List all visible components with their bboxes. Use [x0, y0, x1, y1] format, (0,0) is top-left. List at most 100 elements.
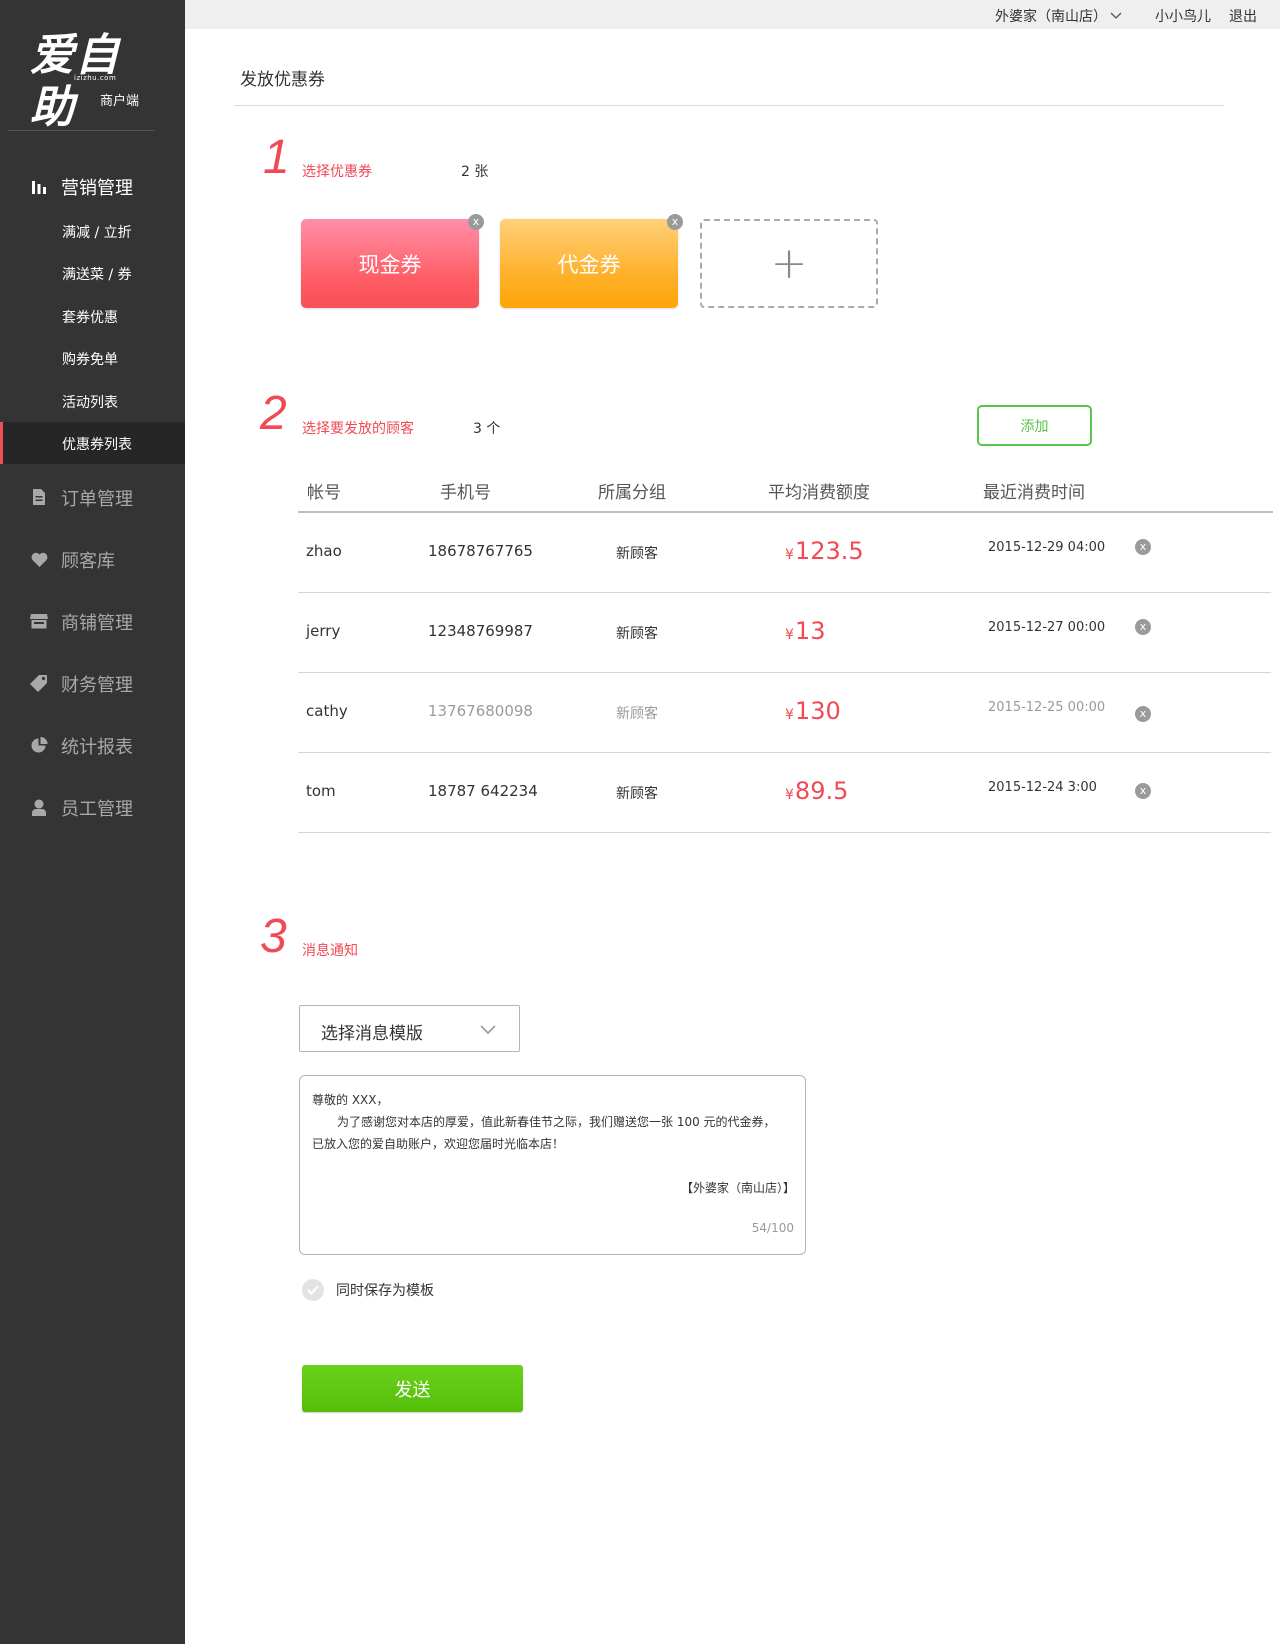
tag-icon: [30, 674, 48, 692]
nav-label: 统计报表: [61, 737, 133, 758]
table-row[interactable]: zhao 18678767765 新顾客 ¥123.5 2015-12-29 0…: [298, 513, 1271, 593]
character-counter: 54/100: [751, 1221, 794, 1235]
user-icon: [30, 798, 48, 816]
cell-avg-spend: ¥123.5: [785, 537, 864, 565]
cell-account: zhao: [306, 542, 342, 560]
save-template-checkbox[interactable]: 同时保存为模板: [302, 1279, 434, 1301]
coupon-label: 代金券: [557, 252, 621, 277]
sidebar-item-label: 优惠券列表: [62, 437, 132, 453]
remove-row-icon[interactable]: x: [1135, 706, 1151, 722]
cell-group: 新顾客: [616, 626, 658, 642]
remove-row-icon[interactable]: x: [1135, 783, 1151, 799]
store-icon: [30, 612, 48, 630]
column-header-last-visit: 最近消费时间: [983, 483, 1085, 503]
cell-last-visit: 2015-12-24 3:00: [988, 780, 1097, 795]
page-title: 发放优惠券: [240, 70, 325, 90]
store-switcher[interactable]: 外婆家（南山店）: [995, 6, 1122, 26]
logo-url: izizhu.com: [74, 74, 117, 82]
cell-group: 新顾客: [616, 706, 658, 722]
step-number: 2: [260, 387, 287, 440]
nav-label: 顾客库: [61, 551, 115, 572]
nav-customers[interactable]: 顾客库: [0, 538, 185, 578]
nav-label: 商铺管理: [61, 613, 133, 634]
nav-marketing[interactable]: 营销管理: [0, 165, 185, 205]
nav-shops[interactable]: 商铺管理: [0, 600, 185, 640]
message-body-line: 已放入您的爱自助账户，欢迎您届时光临本店！: [312, 1137, 565, 1151]
cell-phone: 18678767765: [428, 542, 533, 560]
table-row[interactable]: jerry 12348769987 新顾客 ¥13 2015-12-27 00:…: [298, 593, 1271, 673]
plus-icon: +: [770, 238, 808, 289]
sidebar-item-activity-list[interactable]: 活动列表: [0, 380, 185, 422]
divider: [8, 130, 155, 131]
template-select-value: 选择消息模版: [321, 1024, 423, 1044]
sidebar-item-label: 活动列表: [62, 395, 118, 411]
sidebar-item-coupon-list[interactable]: 优惠券列表: [0, 422, 185, 464]
cell-last-visit: 2015-12-27 00:00: [988, 620, 1106, 635]
step-label: 消息通知: [302, 943, 358, 959]
remove-row-icon[interactable]: x: [1135, 619, 1151, 635]
sidebar-item-label: 满送菜 / 券: [62, 267, 132, 283]
send-button[interactable]: 发送: [302, 1365, 523, 1412]
cell-avg-spend: ¥13: [785, 617, 825, 645]
sidebar-item-coupon-package[interactable]: 套券优惠: [0, 295, 185, 337]
step-label: 选择优惠券: [302, 164, 372, 180]
chevron-down-icon: [1110, 8, 1122, 24]
user-name[interactable]: 小小鸟儿: [1155, 6, 1211, 26]
sidebar-item-label: 套券优惠: [62, 310, 118, 326]
nav-label: 营销管理: [61, 178, 133, 199]
customer-count: 3 个: [473, 421, 501, 437]
chevron-down-icon: [480, 1020, 496, 1039]
heart-icon: [30, 550, 48, 568]
remove-row-icon[interactable]: x: [1135, 539, 1151, 555]
close-icon[interactable]: x: [667, 214, 683, 230]
amount-value: 130: [794, 697, 841, 725]
sidebar-item-gift-dish[interactable]: 满送菜 / 券: [0, 252, 185, 294]
pie-chart-icon: [30, 736, 48, 754]
logout-link[interactable]: 退出: [1229, 6, 1257, 26]
sidebar-item-free-order[interactable]: 购券免单: [0, 337, 185, 379]
checkmark-icon[interactable]: [302, 1279, 324, 1301]
nav-label: 财务管理: [61, 675, 133, 696]
column-header-phone: 手机号: [440, 483, 491, 503]
top-bar: 外婆家（南山店） 小小鸟儿 退出: [185, 0, 1280, 29]
column-header-account: 帐号: [307, 483, 341, 503]
message-body-line: 为了感谢您对本店的厚爱，值此新春佳节之际，我们赠送您一张 100 元的代金券，: [337, 1115, 776, 1129]
cell-group: 新顾客: [616, 546, 658, 562]
sidebar-item-label: 购券免单: [62, 352, 118, 368]
bar-chart-icon: [30, 177, 48, 195]
amount-value: 13: [794, 617, 826, 645]
nav-finance[interactable]: 财务管理: [0, 662, 185, 702]
nav-reports[interactable]: 统计报表: [0, 724, 185, 764]
cell-account: cathy: [306, 702, 348, 720]
column-header-avg-spend: 平均消费额度: [768, 483, 870, 503]
currency-symbol: ¥: [785, 547, 794, 563]
sidebar: 爱自助 izizhu.com 商户端 营销管理 满减 / 立折 满送菜 / 券 …: [0, 0, 185, 1644]
nav-staff[interactable]: 员工管理: [0, 786, 185, 826]
document-icon: [30, 488, 48, 506]
cell-phone: 18787 642234: [428, 782, 538, 800]
close-icon[interactable]: x: [468, 214, 484, 230]
logo[interactable]: 爱自助 izizhu.com 商户端: [30, 30, 160, 133]
template-select[interactable]: 选择消息模版: [299, 1005, 520, 1052]
add-coupon-button[interactable]: +: [700, 219, 878, 308]
sidebar-item-label: 满减 / 立折: [62, 225, 132, 241]
nav-orders[interactable]: 订单管理: [0, 476, 185, 516]
step-number: 3: [260, 910, 287, 963]
message-greeting: 尊敬的 XXX，: [312, 1093, 389, 1107]
amount-value: 89.5: [794, 777, 849, 805]
table-row[interactable]: tom 18787 642234 新顾客 ¥89.5 2015-12-24 3:…: [298, 753, 1271, 833]
table-row[interactable]: cathy 13767680098 新顾客 ¥130 2015-12-25 00…: [298, 673, 1271, 753]
column-header-group: 所属分组: [598, 483, 666, 503]
add-customer-button[interactable]: 添加: [977, 405, 1092, 446]
coupon-card-voucher[interactable]: 代金券 x: [500, 214, 683, 308]
coupon-count: 2 张: [461, 164, 489, 180]
message-textarea[interactable]: 尊敬的 XXX， 为了感谢您对本店的厚爱，值此新春佳节之际，我们赠送您一张 10…: [299, 1075, 806, 1255]
cell-account: jerry: [306, 622, 341, 640]
sidebar-item-discount[interactable]: 满减 / 立折: [0, 210, 185, 252]
currency-symbol: ¥: [785, 707, 794, 723]
store-name: 外婆家（南山店）: [995, 9, 1107, 25]
message-signature: 【外婆家（南山店）】: [680, 1181, 795, 1195]
coupon-card-cash[interactable]: 现金券 x: [301, 214, 484, 308]
logo-subtitle: 商户端: [100, 94, 140, 109]
logo-text: 爱自助: [30, 30, 120, 133]
